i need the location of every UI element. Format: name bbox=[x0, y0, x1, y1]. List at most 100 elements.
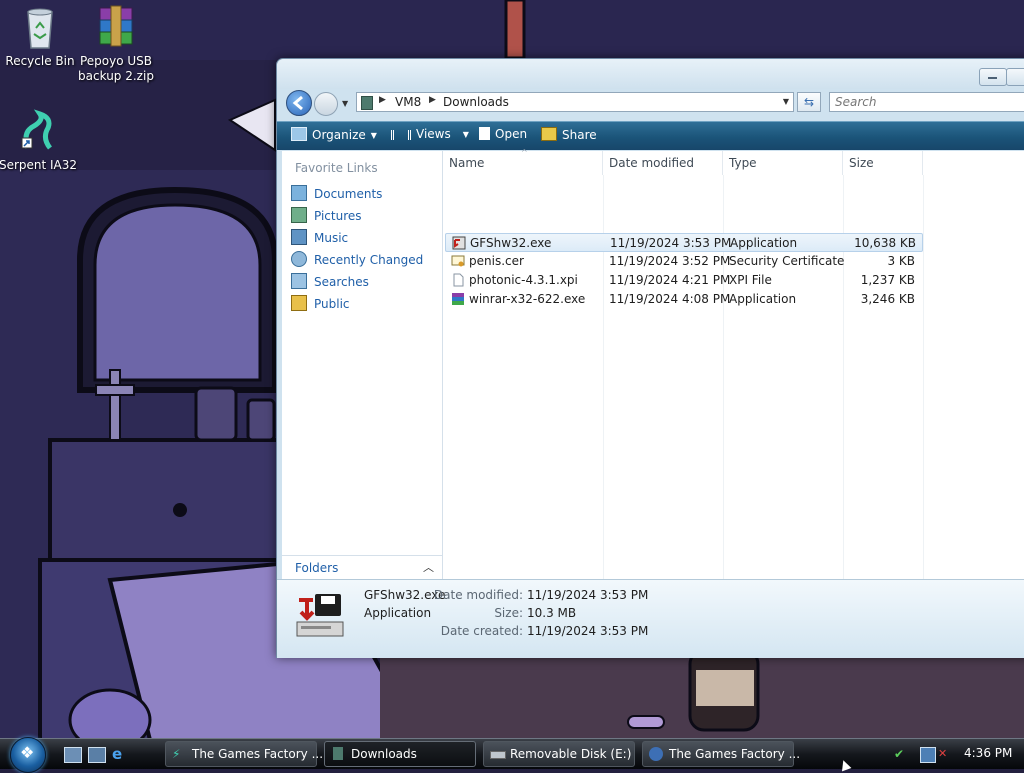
nav-item-label: Pictures bbox=[314, 209, 362, 223]
file-row[interactable]: winrar-x32-622.exe 11/19/2024 4:08 PM Ap… bbox=[445, 290, 923, 309]
nav-item-pictures[interactable]: Pictures bbox=[291, 207, 362, 223]
file-size: 3,246 KB bbox=[860, 292, 915, 306]
forward-button[interactable] bbox=[314, 92, 338, 116]
refresh-button[interactable]: ⇆ bbox=[797, 92, 821, 112]
favorite-links-heading: Favorite Links bbox=[295, 161, 378, 175]
taskbar-item-label: The Games Factory ... bbox=[192, 747, 324, 761]
file-date: 11/19/2024 4:21 PM bbox=[609, 273, 731, 287]
share-button[interactable]: Share bbox=[541, 127, 597, 142]
file-date: 11/19/2024 3:52 PM bbox=[609, 254, 731, 268]
blank-file-icon bbox=[453, 273, 464, 287]
folders-toggle[interactable]: Folders ︿ bbox=[282, 555, 442, 580]
folders-label: Folders bbox=[295, 561, 339, 575]
file-type: Application bbox=[729, 292, 797, 306]
chevron-up-icon: ︿ bbox=[423, 561, 434, 574]
nav-item-searches[interactable]: Searches bbox=[291, 273, 369, 289]
open-button[interactable]: Open bbox=[479, 127, 527, 141]
nav-item-label: Recently Changed bbox=[314, 253, 424, 267]
navigation-pane: Favorite Links Documents Pictures Music … bbox=[282, 151, 443, 579]
command-toolbar: Organize ▼ Views ▼ Open Share bbox=[277, 121, 1024, 150]
chevron-right-icon[interactable]: ▶ bbox=[429, 95, 436, 105]
recently-changed-icon bbox=[291, 251, 307, 267]
address-bar[interactable]: ▶ VM8 ▶ Downloads ▼ bbox=[356, 92, 794, 112]
window-titlebar[interactable] bbox=[277, 59, 1024, 89]
file-name: photonic-4.3.1.xpi bbox=[469, 273, 578, 287]
views-label: Views bbox=[416, 127, 451, 141]
recent-pages-dropdown[interactable]: ▼ bbox=[342, 99, 348, 108]
file-date: 11/19/2024 4:08 PM bbox=[609, 292, 731, 306]
column-header-size[interactable]: Size bbox=[843, 151, 923, 175]
folder-icon bbox=[333, 747, 343, 760]
file-name: GFShw32.exe bbox=[470, 236, 552, 250]
nav-item-documents[interactable]: Documents bbox=[291, 185, 382, 201]
arrow-left-icon bbox=[292, 95, 303, 111]
organize-label: Organize bbox=[312, 128, 366, 142]
breadcrumb-downloads[interactable]: Downloads bbox=[443, 95, 509, 109]
internet-explorer-icon[interactable]: e bbox=[112, 747, 128, 762]
search-input[interactable]: Search bbox=[829, 92, 1024, 112]
nav-item-label: Music bbox=[314, 231, 349, 245]
details-size-value: 10.3 MB bbox=[527, 606, 577, 620]
file-row[interactable]: penis.cer 11/19/2024 3:52 PM Security Ce… bbox=[445, 252, 923, 271]
organize-button[interactable]: Organize ▼ bbox=[291, 127, 377, 142]
desktop-icon-serpent-ia32[interactable]: Serpent IA32 bbox=[0, 108, 78, 173]
taskbar-item-downloads[interactable]: Downloads bbox=[324, 741, 476, 767]
taskbar-item-games-factory-1[interactable]: ⚡ The Games Factory ... bbox=[165, 741, 323, 767]
minimize-button[interactable] bbox=[979, 68, 1007, 86]
network-icon[interactable] bbox=[920, 747, 936, 763]
desktop-icon-label: Pepoyo USB backup 2.zip bbox=[76, 54, 156, 84]
details-date-created-label: Date created: bbox=[440, 624, 523, 638]
column-header-label: Type bbox=[729, 156, 757, 170]
desktop-icon-pepoyo-zip[interactable]: Pepoyo USB backup 2.zip bbox=[76, 4, 156, 84]
volume-muted-icon[interactable]: ✕ bbox=[938, 747, 952, 761]
breadcrumb-vm8[interactable]: VM8 bbox=[395, 95, 421, 109]
file-row[interactable]: GFShw32.exe 11/19/2024 3:53 PM Applicati… bbox=[445, 233, 923, 252]
drive-icon bbox=[490, 751, 506, 759]
column-header-label: Size bbox=[849, 156, 874, 170]
gfshw-exe-icon bbox=[452, 236, 466, 250]
maximize-button[interactable] bbox=[1006, 68, 1024, 86]
back-button[interactable] bbox=[286, 90, 312, 116]
system-clock[interactable]: 4:36 PM bbox=[964, 746, 1012, 760]
details-date-modified-value: 11/19/2024 3:53 PM bbox=[527, 588, 649, 602]
column-header-date-modified[interactable]: Date modified bbox=[603, 151, 723, 175]
security-check-icon[interactable]: ✔ bbox=[894, 747, 908, 761]
chevron-down-icon: ▼ bbox=[462, 130, 469, 139]
file-row[interactable]: photonic-4.3.1.xpi 11/19/2024 4:21 PM XP… bbox=[445, 271, 923, 290]
column-divider bbox=[923, 175, 924, 579]
nav-item-public[interactable]: Public bbox=[291, 295, 350, 311]
nav-item-label: Searches bbox=[314, 275, 369, 289]
games-factory-icon: ⚡ bbox=[172, 747, 181, 761]
refresh-icon: ⇆ bbox=[803, 95, 815, 109]
taskbar: e ⚡ The Games Factory ... Downloads Remo… bbox=[0, 737, 1024, 773]
details-pane: GFShw32.exe Application Date modified: 1… bbox=[277, 579, 1024, 658]
taskbar-item-removable-disk[interactable]: Removable Disk (E:) bbox=[483, 741, 635, 767]
details-date-created-value: 11/19/2024 3:53 PM bbox=[527, 624, 649, 638]
views-button[interactable]: Views ▼ bbox=[391, 127, 469, 141]
public-folder-icon bbox=[291, 295, 307, 311]
recycle-bin-icon bbox=[27, 8, 53, 49]
views-icon bbox=[391, 130, 411, 140]
file-name: winrar-x32-622.exe bbox=[469, 292, 586, 306]
organize-icon bbox=[291, 127, 307, 141]
show-desktop-icon[interactable] bbox=[64, 747, 82, 763]
music-icon bbox=[291, 229, 307, 245]
file-size: 10,638 KB bbox=[854, 236, 916, 250]
taskbar-item-label: Downloads bbox=[351, 747, 417, 761]
taskbar-item-games-factory-2[interactable]: The Games Factory ... bbox=[642, 741, 800, 767]
file-name: penis.cer bbox=[469, 254, 524, 268]
switch-windows-icon[interactable] bbox=[88, 747, 106, 763]
details-date-modified-label: Date modified: bbox=[433, 588, 523, 602]
explorer-window: ▼ ▶ VM8 ▶ Downloads ▼ ⇆ Search Organize ▼… bbox=[276, 58, 1024, 658]
column-header-type[interactable]: Type bbox=[723, 151, 843, 175]
file-size: 1,237 KB bbox=[860, 273, 915, 287]
desktop-icon-recycle-bin[interactable]: Recycle Bin bbox=[0, 4, 80, 69]
desktop-icon-label-line-1: Pepoyo USB bbox=[79, 54, 153, 68]
chevron-down-icon[interactable]: ▼ bbox=[783, 97, 789, 106]
chevron-right-icon[interactable]: ▶ bbox=[379, 95, 386, 105]
nav-item-music[interactable]: Music bbox=[291, 229, 348, 245]
taskbar-item-label: The Games Factory ... bbox=[669, 747, 801, 761]
column-header-name[interactable]: ^ Name bbox=[443, 148, 603, 175]
share-icon bbox=[541, 127, 557, 141]
nav-item-recently-changed[interactable]: Recently Changed bbox=[291, 251, 423, 267]
